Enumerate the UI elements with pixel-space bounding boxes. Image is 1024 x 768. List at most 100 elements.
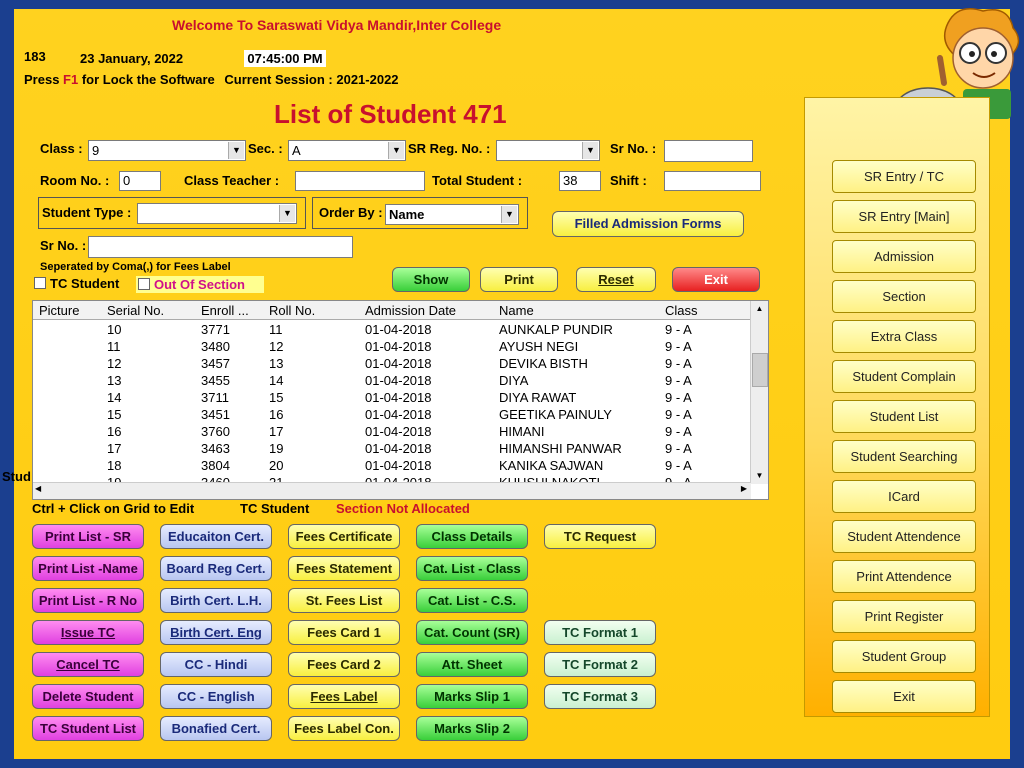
sidebar-item-sr-entry-tc[interactable]: SR Entry / TC — [832, 160, 976, 193]
class-teacher-input[interactable] — [295, 171, 425, 191]
tc-request-button[interactable]: TC Request — [544, 524, 656, 549]
table-row[interactable]: 18 3804 20 01-04-2018 KANIKA SAJWAN 9 - A — [33, 457, 750, 474]
chevron-down-icon[interactable]: ▼ — [228, 142, 244, 159]
fees-certificate-button[interactable]: Fees Certificate — [288, 524, 400, 549]
sidebar-item-student-group[interactable]: Student Group — [832, 640, 976, 673]
column-header[interactable]: Picture — [39, 303, 79, 318]
table-row[interactable]: 12 3457 13 01-04-2018 DEVIKA BISTH 9 - A — [33, 355, 750, 372]
scroll-left-icon[interactable]: ◀ — [35, 484, 41, 493]
educaiton-cert-button[interactable]: Educaiton Cert. — [160, 524, 272, 549]
sidebar-item-section[interactable]: Section — [832, 280, 976, 313]
bonafied-cert-button[interactable]: Bonafied Cert. — [160, 716, 272, 741]
fees-label-button[interactable]: Fees Label — [288, 684, 400, 709]
print-list-sr-button[interactable]: Print List - SR — [32, 524, 144, 549]
marks-slip-1-button[interactable]: Marks Slip 1 — [416, 684, 528, 709]
birth-cert-l-h-button[interactable]: Birth Cert. L.H. — [160, 588, 272, 613]
sidebar-item-student-attendence[interactable]: Student Attendence — [832, 520, 976, 553]
filled-admission-forms-button[interactable]: Filled Admission Forms — [552, 211, 744, 237]
chevron-down-icon[interactable]: ▼ — [279, 205, 295, 222]
cancel-tc-button[interactable]: Cancel TC — [32, 652, 144, 677]
column-header[interactable]: Name — [499, 303, 534, 318]
board-reg-cert-button[interactable]: Board Reg Cert. — [160, 556, 272, 581]
sidebar-item-exit[interactable]: Exit — [832, 680, 976, 713]
tc-format-2-button[interactable]: TC Format 2 — [544, 652, 656, 677]
birth-cert-eng-button[interactable]: Birth Cert. Eng — [160, 620, 272, 645]
tc-format-3-button[interactable]: TC Format 3 — [544, 684, 656, 709]
exit-button[interactable]: Exit — [672, 267, 760, 292]
column-header[interactable]: Class — [665, 303, 698, 318]
table-row[interactable]: 11 3480 12 01-04-2018 AYUSH NEGI 9 - A — [33, 338, 750, 355]
show-button[interactable]: Show — [392, 267, 470, 292]
fees-label-con-button[interactable]: Fees Label Con. — [288, 716, 400, 741]
section-value: A — [292, 143, 301, 158]
chevron-down-icon[interactable]: ▼ — [388, 142, 404, 159]
st-fees-list-button[interactable]: St. Fees List — [288, 588, 400, 613]
print-button[interactable]: Print — [480, 267, 558, 292]
marks-slip-2-button[interactable]: Marks Slip 2 — [416, 716, 528, 741]
scroll-up-icon[interactable]: ▲ — [752, 302, 767, 316]
fees-card-1-button[interactable]: Fees Card 1 — [288, 620, 400, 645]
class-select[interactable]: 9 ▼ — [88, 140, 246, 161]
sidebar-item-admission[interactable]: Admission — [832, 240, 976, 273]
section-select[interactable]: A ▼ — [288, 140, 406, 161]
table-row[interactable]: 16 3760 17 01-04-2018 HIMANI 9 - A — [33, 423, 750, 440]
sidebar-item-print-attendence[interactable]: Print Attendence — [832, 560, 976, 593]
print-list-r-no-button[interactable]: Print List - R No — [32, 588, 144, 613]
reset-button[interactable]: Reset — [576, 267, 656, 292]
att-sheet-button[interactable]: Att. Sheet — [416, 652, 528, 677]
student-grid[interactable]: Picture Serial No. Enroll ... Roll No. A… — [32, 300, 769, 500]
table-cell: 3463 — [201, 441, 230, 456]
tc-student-checkbox[interactable] — [34, 277, 46, 289]
sidebar-item-print-register[interactable]: Print Register — [832, 600, 976, 633]
sidebar-item-student-searching[interactable]: Student Searching — [832, 440, 976, 473]
column-header[interactable]: Serial No. — [107, 303, 164, 318]
horizontal-scrollbar[interactable]: ◀ ▶ — [33, 482, 751, 499]
sidebar-item-icard[interactable]: ICard — [832, 480, 976, 513]
sidebar-item-sr-entry-main[interactable]: SR Entry [Main] — [832, 200, 976, 233]
sidebar-item-student-list[interactable]: Student List — [832, 400, 976, 433]
out-of-section-checkbox[interactable] — [138, 278, 150, 290]
sidebar-item-extra-class[interactable]: Extra Class — [832, 320, 976, 353]
sr-no-input[interactable] — [664, 140, 753, 162]
column-header[interactable]: Enroll ... — [201, 303, 249, 318]
print-list-name-button[interactable]: Print List -Name — [32, 556, 144, 581]
sr-reg-select[interactable]: ▼ — [496, 140, 600, 161]
chevron-down-icon[interactable]: ▼ — [501, 206, 517, 223]
table-row[interactable]: 10 3771 11 01-04-2018 AUNKALP PUNDIR 9 - A — [33, 321, 750, 338]
total-student-input[interactable]: 38 — [559, 171, 601, 191]
tc-format-1-button[interactable]: TC Format 1 — [544, 620, 656, 645]
sr-no-filter-input[interactable] — [88, 236, 353, 258]
shift-input[interactable] — [664, 171, 761, 191]
issue-tc-button[interactable]: Issue TC — [32, 620, 144, 645]
sidebar-item-student-complain[interactable]: Student Complain — [832, 360, 976, 393]
cc-english-button[interactable]: CC - English — [160, 684, 272, 709]
order-by-label: Order By : — [319, 205, 383, 220]
fees-statement-button[interactable]: Fees Statement — [288, 556, 400, 581]
table-row[interactable]: 15 3451 16 01-04-2018 GEETIKA PAINULY 9 - A — [33, 406, 750, 423]
cat-count-sr-button[interactable]: Cat. Count (SR) — [416, 620, 528, 645]
table-row[interactable]: 14 3711 15 01-04-2018 DIYA RAWAT 9 - A — [33, 389, 750, 406]
table-row[interactable]: 17 3463 19 01-04-2018 HIMANSHI PANWAR 9 - A — [33, 440, 750, 457]
scroll-down-icon[interactable]: ▼ — [752, 469, 767, 483]
chevron-down-icon[interactable]: ▼ — [582, 142, 598, 159]
cat-list-class-button[interactable]: Cat. List - Class — [416, 556, 528, 581]
scroll-right-icon[interactable]: ▶ — [741, 484, 747, 493]
table-cell: 20 — [269, 458, 284, 473]
student-type-select[interactable]: ▼ — [137, 203, 297, 224]
column-header[interactable]: Admission Date — [365, 303, 456, 318]
table-row[interactable]: 13 3455 14 01-04-2018 DIYA 9 - A — [33, 372, 750, 389]
scroll-thumb[interactable] — [752, 353, 768, 387]
column-header[interactable]: Roll No. — [269, 303, 315, 318]
class-details-button[interactable]: Class Details — [416, 524, 528, 549]
table-cell: 3760 — [201, 424, 230, 439]
cc-hindi-button[interactable]: CC - Hindi — [160, 652, 272, 677]
delete-student-button[interactable]: Delete Student — [32, 684, 144, 709]
cat-list-c-s-button[interactable]: Cat. List - C.S. — [416, 588, 528, 613]
fees-card-2-button[interactable]: Fees Card 2 — [288, 652, 400, 677]
out-of-section-area[interactable]: Out Of Section — [136, 276, 264, 293]
vertical-scrollbar[interactable]: ▲ ▼ — [750, 301, 768, 484]
f1-key-label: F1 — [63, 72, 79, 87]
order-by-select[interactable]: Name ▼ — [385, 204, 519, 225]
room-no-input[interactable]: 0 — [119, 171, 161, 191]
tc-student-list-button[interactable]: TC Student List — [32, 716, 144, 741]
